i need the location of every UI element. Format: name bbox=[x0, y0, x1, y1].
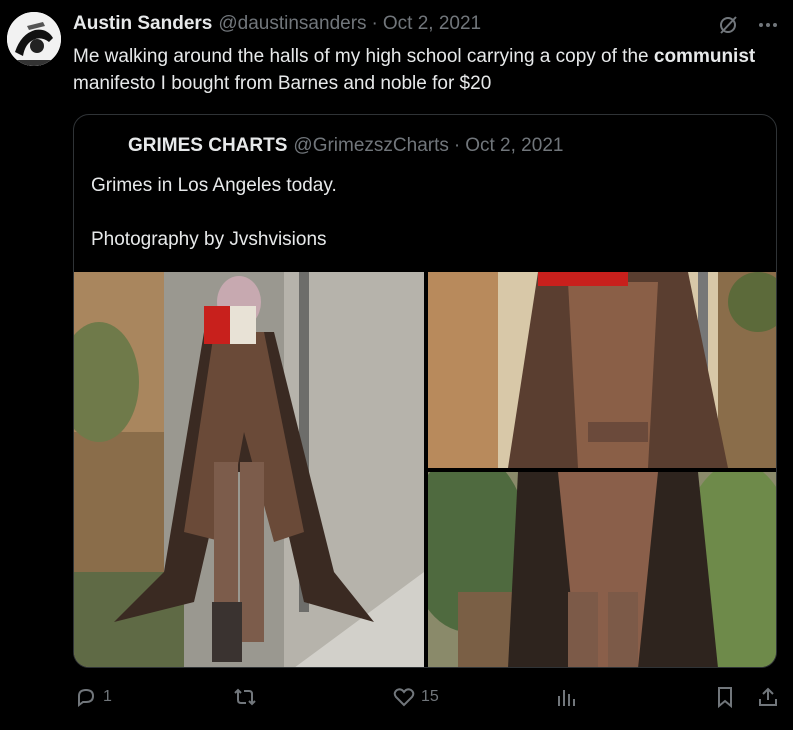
grok-icon[interactable] bbox=[717, 14, 739, 36]
tweet-actions: 1 15 bbox=[0, 686, 793, 716]
tweet-date[interactable]: Oct 2, 2021 bbox=[383, 13, 481, 35]
bookmark-icon bbox=[718, 687, 732, 708]
tweet-text-part: manifesto I bought from Barnes and noble… bbox=[73, 73, 492, 94]
bookmark-button[interactable] bbox=[715, 686, 735, 708]
reply-count: 1 bbox=[103, 688, 112, 705]
tweet-text-part: Me walking around the halls of my high s… bbox=[73, 46, 654, 67]
quoted-tweet-date[interactable]: Oct 2, 2021 bbox=[465, 135, 563, 157]
reply-button[interactable]: 1 bbox=[75, 686, 112, 708]
photo-grid bbox=[74, 272, 776, 667]
tweet-header: Austin Sanders @daustinsanders · Oct 2, … bbox=[73, 13, 481, 37]
views-icon bbox=[558, 690, 575, 706]
photo-3[interactable] bbox=[428, 472, 776, 667]
repost-button[interactable] bbox=[233, 686, 263, 708]
repost-icon bbox=[234, 688, 256, 706]
like-icon bbox=[393, 688, 415, 707]
more-icon[interactable] bbox=[757, 14, 779, 36]
photo-1[interactable] bbox=[74, 272, 424, 667]
author-handle[interactable]: @daustinsanders bbox=[218, 13, 366, 35]
separator: · bbox=[453, 135, 461, 156]
author-avatar[interactable] bbox=[7, 12, 61, 66]
quoted-tweet-header: GRIMES CHARTS @GrimezszCharts · Oct 2, 2… bbox=[128, 135, 563, 157]
views-button[interactable] bbox=[555, 686, 577, 708]
reply-icon bbox=[78, 688, 95, 707]
tweet-text: Me walking around the halls of my high s… bbox=[73, 43, 773, 97]
quoted-author-name[interactable]: GRIMES CHARTS bbox=[128, 135, 287, 157]
share-icon bbox=[759, 687, 777, 706]
separator: · bbox=[371, 13, 378, 34]
share-button[interactable] bbox=[757, 686, 779, 708]
like-button[interactable]: 15 bbox=[393, 686, 439, 708]
photo-2[interactable] bbox=[428, 272, 776, 468]
quoted-author-avatar[interactable] bbox=[92, 135, 116, 159]
author-name[interactable]: Austin Sanders bbox=[73, 13, 212, 35]
like-count: 15 bbox=[421, 688, 439, 705]
quoted-author-handle[interactable]: @GrimezszCharts bbox=[293, 135, 448, 157]
quoted-tweet-text: Grimes in Los Angeles today. Photography… bbox=[91, 175, 337, 250]
tweet-text-bold: communist bbox=[653, 46, 756, 67]
quoted-tweet[interactable]: GRIMES CHARTS @GrimezszCharts · Oct 2, 2… bbox=[73, 114, 777, 668]
